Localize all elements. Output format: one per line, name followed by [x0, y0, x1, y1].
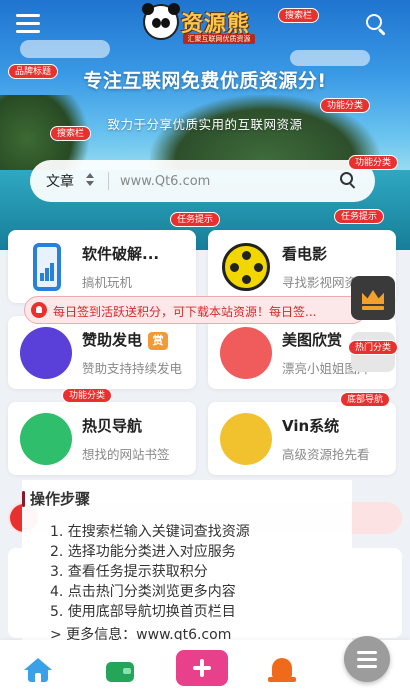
card-vip[interactable]: Vin系统 高级资源抢先看: [208, 402, 396, 475]
crown-float-button[interactable]: [351, 276, 395, 320]
notice-marquee[interactable]: 每日签到活跃送积分，可下载本站资源！每日签...: [24, 296, 366, 324]
menu-icon[interactable]: [16, 14, 40, 34]
card-desc: 搞机玩机: [82, 275, 133, 290]
tag-search-bar: 搜索栏: [278, 8, 320, 23]
gift-icon: [20, 413, 72, 465]
site-logo[interactable]: 资源熊 汇聚互联网优质资源: [142, 3, 257, 44]
bell-icon[interactable]: [268, 656, 298, 686]
card-title: 美图欣赏: [282, 331, 343, 349]
tag-hot-category: 热门分类: [348, 340, 399, 355]
divider: [108, 172, 109, 190]
crown-icon: [362, 290, 384, 304]
steps-heading: 操作步骤: [30, 490, 91, 508]
card-desc: 赞助支持持续发电: [82, 361, 183, 376]
notice-text: 每日签到活跃送积分，可下载本站资源！每日签...: [53, 305, 317, 319]
heart-pulse-icon: [220, 327, 272, 379]
step-item: 2. 选择功能分类进入对应服务: [50, 544, 236, 560]
reward-badge: 赏: [148, 332, 169, 350]
card-hot-nav[interactable]: 热贝导航 想找的网站书签: [8, 402, 196, 475]
card-title: 软件破解...: [82, 245, 160, 263]
tag-brand-title: 品牌标题: [8, 64, 59, 79]
card-title: 赞助发电赏: [82, 329, 169, 350]
card-donate[interactable]: 赞助发电赏 赞助支持持续发电: [8, 316, 196, 389]
step-item: 4. 点击热门分类浏览更多内容: [50, 584, 236, 600]
steps-list: 1. 在搜索栏输入关键词查找资源 2. 选择功能分类进入对应服务 3. 查看任务…: [50, 522, 250, 622]
add-button[interactable]: [176, 650, 228, 686]
money-bag-icon: [20, 327, 72, 379]
top-bar: 资源熊 汇聚互联网优质资源: [0, 0, 410, 54]
tag-task-hint: 任务提示: [334, 209, 385, 224]
step-item: 5. 使用底部导航切换首页栏目: [50, 604, 236, 620]
card-desc: 想找的网站书签: [82, 447, 170, 462]
vip-crown-icon: [220, 413, 272, 465]
step-item: 3. 查看任务提示获取积分: [50, 564, 208, 580]
search-bar: 文章: [30, 160, 375, 202]
film-reel-icon: [220, 241, 272, 293]
step-item: 1. 在搜索栏输入关键词查找资源: [50, 524, 250, 540]
search-category-select[interactable]: 文章: [46, 171, 74, 191]
card-desc: 高级资源抢先看: [282, 447, 370, 462]
tag-feature-category: 功能分类: [320, 98, 371, 113]
card-title: 看电影: [282, 245, 328, 263]
card-title: Vin系统: [282, 417, 340, 435]
tag-task-hint: 任务提示: [170, 212, 221, 227]
tag-feature-category: 功能分类: [348, 155, 399, 170]
bell-icon: [31, 302, 47, 318]
wallet-icon[interactable]: [106, 656, 136, 686]
card-software[interactable]: 软件破解... 搞机玩机: [8, 230, 196, 303]
search-icon[interactable]: [340, 172, 358, 190]
tag-feature-category: 功能分类: [62, 388, 113, 403]
tag-search-bar: 搜索栏: [50, 126, 92, 141]
logo-slogan: 汇聚互联网优质资源: [183, 34, 255, 44]
steps-panel: 操作步骤 1. 在搜索栏输入关键词查找资源 2. 选择功能分类进入对应服务 3.…: [22, 480, 352, 650]
home-icon[interactable]: [24, 656, 54, 686]
phone-chart-icon: [20, 241, 72, 293]
floating-menu-button[interactable]: [344, 636, 390, 682]
heading-accent: [22, 491, 25, 507]
search-input[interactable]: [120, 169, 320, 193]
panda-logo-icon: [142, 3, 180, 40]
hero-title: 专注互联网免费优质资源分!: [83, 70, 327, 92]
tag-bottom-nav: 底部导航: [340, 392, 391, 407]
card-title: 热贝导航: [82, 417, 143, 435]
sort-updown-icon[interactable]: [86, 172, 94, 190]
search-icon[interactable]: [366, 14, 388, 36]
